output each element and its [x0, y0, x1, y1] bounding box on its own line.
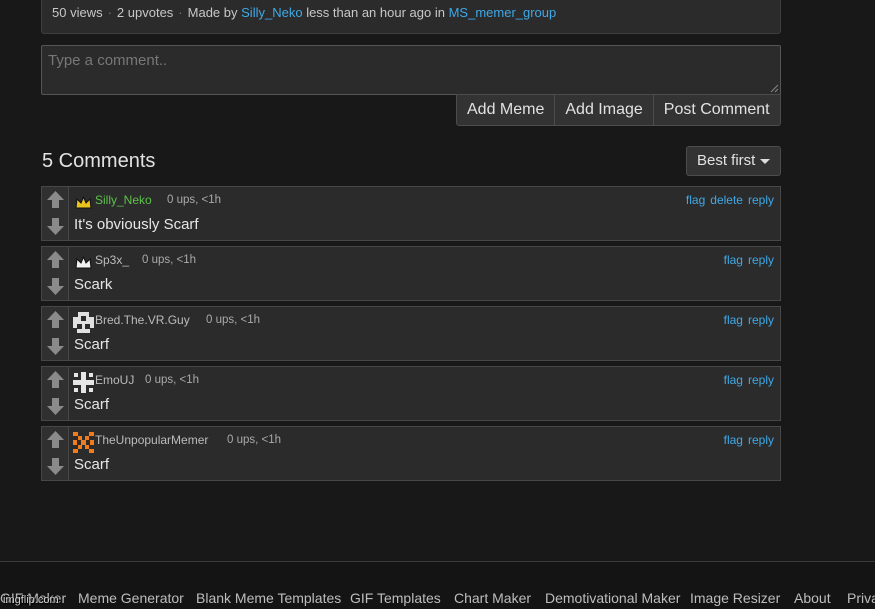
comment-count-heading: 5 Comments: [42, 150, 156, 172]
upvote-arrow-icon[interactable]: [46, 310, 65, 329]
vote-column: [42, 247, 69, 300]
comment-text: It's obviously Scarf: [74, 216, 199, 233]
add-image-button[interactable]: Add Image: [555, 94, 654, 126]
sort-label: Best first: [697, 152, 756, 169]
comment-actions: Add Meme Add Image Post Comment: [456, 94, 781, 126]
reply-link[interactable]: reply: [748, 253, 774, 267]
comment-username[interactable]: EmoUJ: [95, 373, 134, 387]
comment-meta: 0 ups, <1h: [206, 314, 261, 326]
footer-link-about[interactable]: About: [794, 590, 831, 606]
crown-icon[interactable]: [73, 252, 94, 273]
comment-actions-links: flag reply: [719, 373, 774, 387]
upvote-arrow-icon[interactable]: [46, 430, 65, 449]
comment-item: EmoUJ 0 ups, <1h flag reply Scarf: [41, 366, 781, 421]
comment-item: Bred.The.VR.Guy 0 ups, <1h flag reply Sca…: [41, 306, 781, 361]
reply-link[interactable]: reply: [748, 433, 774, 447]
downvote-arrow-icon[interactable]: [46, 397, 65, 416]
caret-down-icon: [760, 159, 770, 164]
flag-link[interactable]: flag: [724, 373, 743, 387]
vote-column: [42, 427, 69, 480]
comment-actions-links: flag reply: [719, 433, 774, 447]
comment-username[interactable]: Silly_Neko: [95, 193, 152, 207]
comment-text: Scarf: [74, 456, 110, 473]
flag-link[interactable]: flag: [686, 193, 705, 207]
sort-dropdown[interactable]: Best first: [686, 146, 781, 176]
comment-actions-links: flag reply: [719, 313, 774, 327]
comment-item: Sp3x_ 0 ups, <1h flag reply Scark: [41, 246, 781, 301]
downvote-arrow-icon[interactable]: [46, 277, 65, 296]
comment-meta: 0 ups, <1h: [227, 434, 282, 446]
separator-dot: ·: [178, 5, 183, 20]
comment-meta: 0 ups, <1h: [145, 374, 200, 386]
comment-text: Scark: [74, 276, 113, 293]
downvote-arrow-icon[interactable]: [46, 457, 65, 476]
vote-column: [42, 187, 69, 240]
comment-item: TheUnpopularMemer 0 ups, <1h flag reply S…: [41, 426, 781, 481]
vote-column: [42, 307, 69, 360]
author-link[interactable]: Silly_Neko: [241, 5, 302, 20]
crown-icon[interactable]: [73, 192, 94, 213]
footer-link-privacy[interactable]: Priva: [847, 590, 875, 606]
reply-link[interactable]: reply: [748, 373, 774, 387]
comment-username[interactable]: Sp3x_: [95, 253, 129, 267]
flag-link[interactable]: flag: [724, 253, 743, 267]
comment-actions-links: flag delete reply: [681, 193, 774, 207]
pixel-avatar-icon[interactable]: [73, 312, 94, 333]
comment-text: Scarf: [74, 336, 110, 353]
downvote-arrow-icon[interactable]: [46, 337, 65, 356]
vote-column: [42, 367, 69, 420]
comment-meta: 0 ups, <1h: [142, 254, 197, 266]
made-by-label: Made by: [187, 5, 238, 20]
footer: GIF Maker Meme Generator Blank Meme Temp…: [0, 561, 875, 609]
comment-username[interactable]: Bred.The.VR.Guy: [95, 313, 190, 327]
pixel-avatar-icon[interactable]: [73, 372, 94, 393]
upvote-arrow-icon[interactable]: [46, 370, 65, 389]
footer-link-gif-templates[interactable]: GIF Templates: [350, 590, 441, 606]
stream-link[interactable]: MS_memer_group: [449, 5, 557, 20]
post-comment-button[interactable]: Post Comment: [653, 94, 781, 126]
footer-link-blank-meme-templates[interactable]: Blank Meme Templates: [196, 590, 341, 606]
flag-link[interactable]: flag: [724, 433, 743, 447]
flag-link[interactable]: flag: [724, 313, 743, 327]
separator-dot: ·: [107, 5, 112, 20]
comment-meta: 0 ups, <1h: [167, 194, 222, 206]
post-info-bar: 50 views · 2 upvotes · Made by Silly_Neko le…: [41, 0, 781, 34]
add-meme-button[interactable]: Add Meme: [456, 94, 556, 126]
comment-item: Silly_Neko 0 ups, <1h flag delete reply It…: [41, 186, 781, 241]
resize-grip-icon[interactable]: [770, 84, 779, 93]
reply-link[interactable]: reply: [748, 313, 774, 327]
footer-link-demotivational-maker[interactable]: Demotivational Maker: [545, 590, 680, 606]
comment-username[interactable]: TheUnpopularMemer: [95, 433, 208, 447]
view-count: 50 views: [52, 5, 103, 20]
footer-link-meme-generator[interactable]: Meme Generator: [78, 590, 184, 606]
reply-link[interactable]: reply: [748, 193, 774, 207]
comment-text: Scarf: [74, 396, 110, 413]
delete-link[interactable]: delete: [710, 193, 743, 207]
imgflip-watermark: imgflip.com: [3, 594, 59, 606]
upvote-arrow-icon[interactable]: [46, 250, 65, 269]
comment-actions-links: flag reply: [719, 253, 774, 267]
upvote-arrow-icon[interactable]: [46, 190, 65, 209]
downvote-arrow-icon[interactable]: [46, 217, 65, 236]
upvote-count: 2 upvotes: [116, 5, 174, 20]
post-time: less than an hour ago in: [306, 5, 445, 20]
comment-input[interactable]: [41, 45, 781, 95]
footer-link-chart-maker[interactable]: Chart Maker: [454, 590, 531, 606]
pixel-avatar-icon[interactable]: [73, 432, 94, 453]
footer-link-image-resizer[interactable]: Image Resizer: [690, 590, 780, 606]
